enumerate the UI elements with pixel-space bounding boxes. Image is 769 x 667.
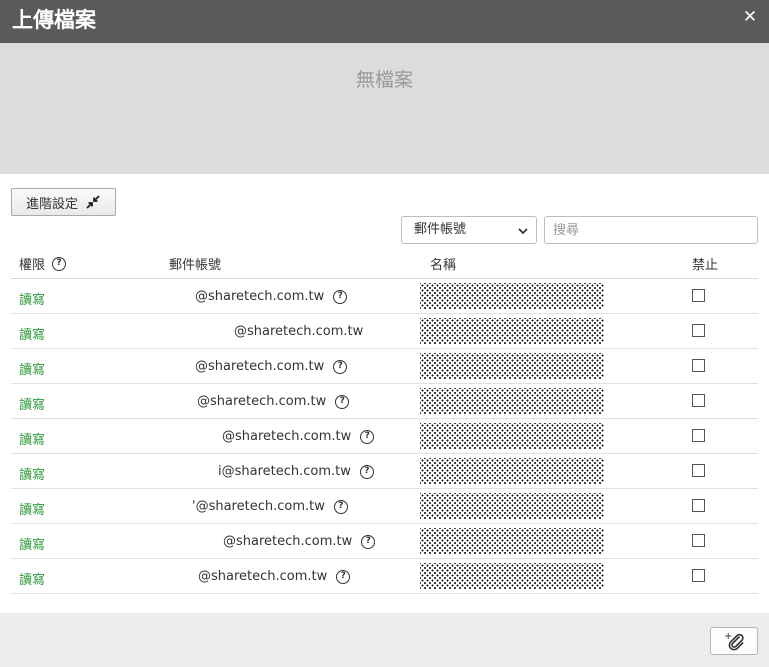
collapse-arrows-icon	[86, 195, 100, 209]
redacted-name	[420, 283, 604, 309]
email-text: @sharetech.com.tw	[234, 324, 364, 339]
email-text: i@sharetech.com.tw	[218, 464, 351, 479]
help-icon[interactable]: ?	[359, 464, 374, 479]
permission-link[interactable]: 讀寫	[19, 429, 45, 448]
filter-field-value: 郵件帳號	[414, 222, 467, 237]
header-name[interactable]: 名稱	[430, 254, 456, 273]
permission-link[interactable]: 讀寫	[19, 569, 45, 588]
email-cell: @sharetech.com.tw?	[222, 429, 375, 444]
help-icon[interactable]: ?	[335, 394, 350, 409]
chevron-down-icon	[518, 228, 528, 235]
forbid-checkbox[interactable]	[692, 394, 705, 407]
email-cell: @sharetech.com.tw?	[195, 289, 348, 304]
redacted-name	[420, 423, 604, 449]
email-text: @sharetech.com.tw	[195, 289, 325, 304]
advanced-settings-label: 進階設定	[26, 196, 79, 212]
help-icon[interactable]: ?	[333, 359, 348, 374]
table-row: 讀寫 @sharetech.com.tw	[11, 314, 758, 349]
redacted-name	[420, 563, 604, 589]
permission-link[interactable]: 讀寫	[19, 324, 45, 343]
email-text: @sharetech.com.tw	[198, 569, 328, 584]
table-row: 讀寫 @sharetech.com.tw?	[11, 419, 758, 454]
help-icon[interactable]: ?	[336, 569, 351, 584]
table-row: 讀寫 i@sharetech.com.tw?	[11, 454, 758, 489]
email-text: @sharetech.com.tw	[195, 359, 325, 374]
header-forbid: 禁止	[692, 258, 719, 273]
close-icon[interactable]: ✕	[741, 8, 759, 26]
permission-link[interactable]: 讀寫	[19, 289, 45, 308]
email-cell: @sharetech.com.tw	[234, 324, 363, 339]
help-icon[interactable]: ?	[333, 289, 348, 304]
redacted-name	[420, 353, 604, 379]
footer-bar: +	[0, 613, 769, 667]
forbid-checkbox[interactable]	[692, 324, 705, 337]
email-text: @sharetech.com.tw	[223, 534, 353, 549]
window-title: 上傳檔案	[12, 8, 96, 32]
table-row: 讀寫 @sharetech.com.tw?	[11, 384, 758, 419]
search-input[interactable]	[544, 216, 758, 244]
forbid-checkbox[interactable]	[692, 289, 705, 302]
permission-link[interactable]: 讀寫	[19, 394, 45, 413]
header-email[interactable]: 郵件帳號	[169, 254, 221, 273]
redacted-name	[420, 318, 604, 344]
email-cell: @sharetech.com.tw?	[197, 394, 350, 409]
permission-link[interactable]: 讀寫	[19, 464, 45, 483]
permission-link[interactable]: 讀寫	[19, 359, 45, 378]
email-cell: @sharetech.com.tw?	[198, 569, 351, 584]
forbid-checkbox[interactable]	[692, 359, 705, 372]
table-header: 權限 ? 郵件帳號 名稱 禁止	[11, 250, 758, 279]
email-cell: '@sharetech.com.tw?	[192, 499, 348, 514]
email-cell: @sharetech.com.tw?	[223, 534, 376, 549]
forbid-checkbox[interactable]	[692, 569, 705, 582]
forbid-checkbox[interactable]	[692, 534, 705, 547]
email-text: @sharetech.com.tw	[222, 429, 352, 444]
redacted-name	[420, 493, 604, 519]
redacted-name	[420, 458, 604, 484]
table-row: 讀寫 @sharetech.com.tw?	[11, 559, 758, 594]
help-icon[interactable]: ?	[52, 256, 67, 271]
header-permission: 權限 ?	[19, 254, 67, 273]
no-file-text: 無檔案	[355, 69, 413, 91]
email-text: '@sharetech.com.tw	[192, 499, 325, 514]
forbid-checkbox[interactable]	[692, 429, 705, 442]
title-bar: 上傳檔案 ✕	[0, 0, 769, 43]
attach-file-button[interactable]: +	[710, 627, 758, 655]
help-icon[interactable]: ?	[360, 429, 375, 444]
permission-link[interactable]: 讀寫	[19, 534, 45, 553]
table-row: 讀寫 '@sharetech.com.tw?	[11, 489, 758, 524]
help-icon[interactable]: ?	[333, 499, 348, 514]
redacted-name	[420, 388, 604, 414]
forbid-checkbox[interactable]	[692, 464, 705, 477]
table-row: 讀寫 @sharetech.com.tw?	[11, 349, 758, 384]
advanced-settings-button[interactable]: 進階設定	[11, 188, 116, 216]
email-text: @sharetech.com.tw	[197, 394, 327, 409]
permission-link[interactable]: 讀寫	[19, 499, 45, 518]
email-cell: i@sharetech.com.tw?	[218, 464, 374, 479]
table-row: 讀寫 @sharetech.com.tw?	[11, 279, 758, 314]
filter-field-select[interactable]: 郵件帳號	[401, 216, 537, 244]
table-row: 讀寫 @sharetech.com.tw?	[11, 524, 758, 559]
file-dropzone[interactable]: 無檔案	[0, 43, 769, 174]
redacted-name	[420, 528, 604, 554]
paperclip-add-icon	[728, 634, 744, 651]
help-icon[interactable]: ?	[361, 534, 376, 549]
forbid-checkbox[interactable]	[692, 499, 705, 512]
email-cell: @sharetech.com.tw?	[195, 359, 348, 374]
